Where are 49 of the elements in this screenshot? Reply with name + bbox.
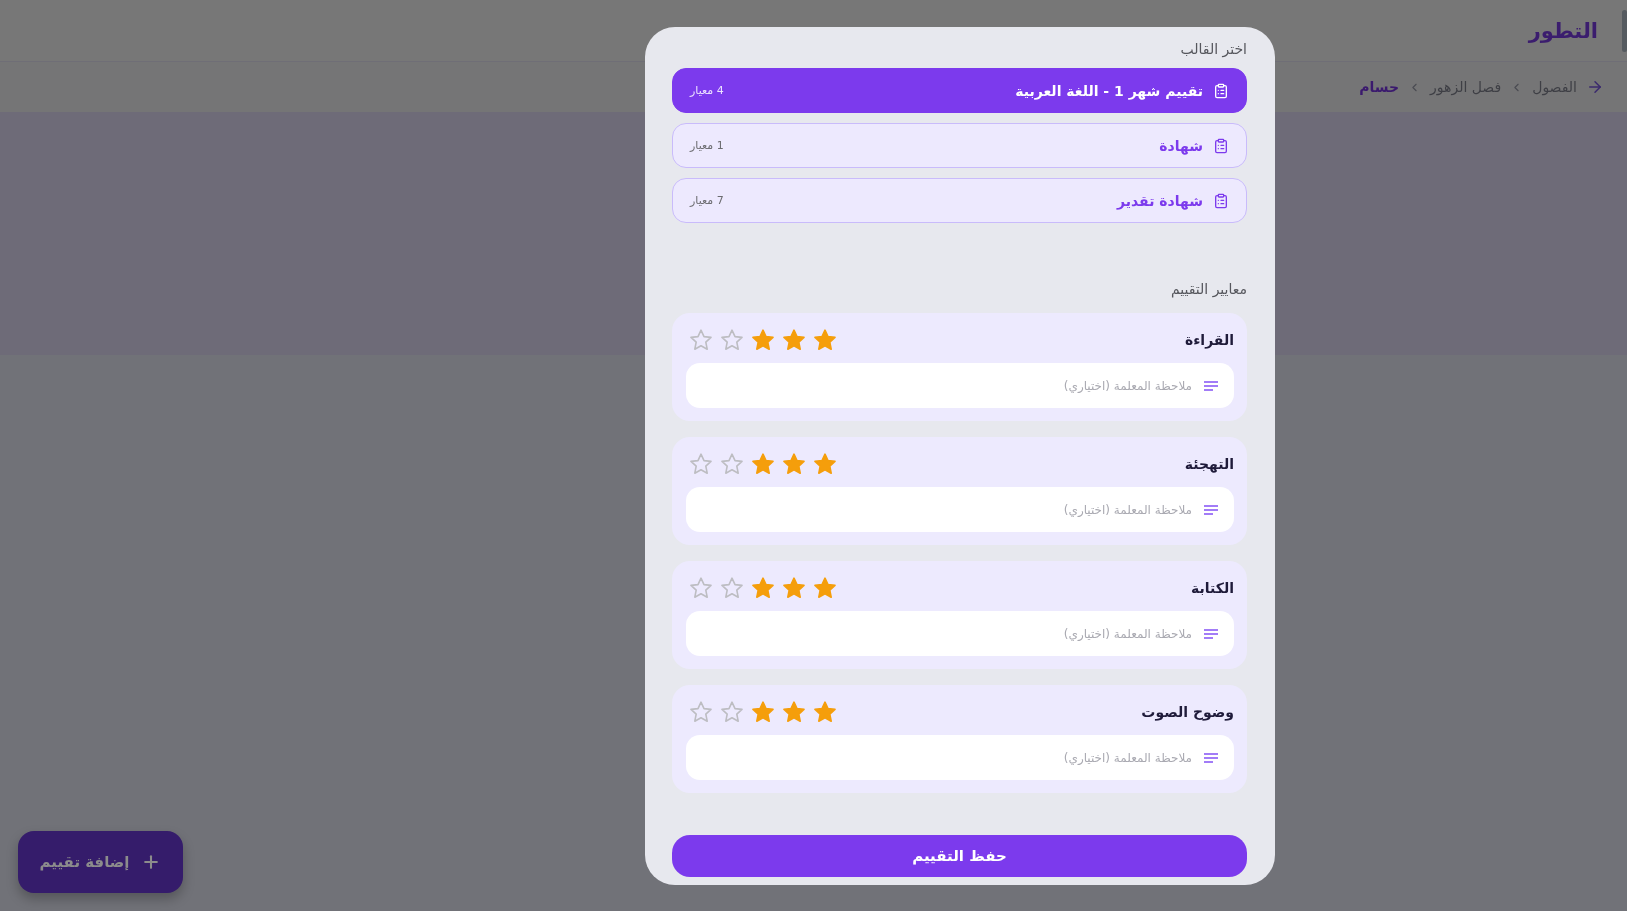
star-icon[interactable]	[752, 329, 774, 351]
star-icon[interactable]	[721, 577, 743, 599]
notes-icon	[1204, 505, 1218, 515]
star-icon[interactable]	[783, 329, 805, 351]
clipboard-icon	[1213, 137, 1229, 154]
criteria-count: 4 معيار	[690, 84, 724, 97]
clipboard-icon	[1213, 192, 1229, 209]
note-field[interactable]: ملاحظة المعلمة (اختياري)	[686, 363, 1234, 408]
star-icon[interactable]	[814, 701, 836, 723]
clipboard-icon	[1213, 82, 1229, 99]
page-title: التطور	[1528, 18, 1598, 43]
star-icon[interactable]	[752, 701, 774, 723]
star-icon[interactable]	[814, 577, 836, 599]
save-button[interactable]: حفظ التقييم	[672, 835, 1247, 877]
template-option[interactable]: شهادة 1 معيار	[672, 123, 1247, 168]
scrollbar-thumb[interactable]	[1622, 10, 1627, 52]
star-icon[interactable]	[783, 577, 805, 599]
star-icon[interactable]	[814, 329, 836, 351]
star-icon[interactable]	[783, 701, 805, 723]
note-field[interactable]: ملاحظة المعلمة (اختياري)	[686, 487, 1234, 532]
star-icon[interactable]	[721, 453, 743, 475]
criterion-title: التهجئة	[1184, 456, 1234, 472]
star-icon[interactable]	[690, 453, 712, 475]
star-icon[interactable]	[752, 453, 774, 475]
star-icon[interactable]	[814, 453, 836, 475]
criterion-title: الكتابة	[1191, 580, 1234, 596]
notes-icon	[1204, 381, 1218, 391]
criterion-title: القراءة	[1184, 332, 1234, 348]
notes-icon	[1204, 629, 1218, 639]
star-icon[interactable]	[690, 701, 712, 723]
note-field[interactable]: ملاحظة المعلمة (اختياري)	[686, 735, 1234, 780]
template-option[interactable]: شهادة تقدير 7 معيار	[672, 178, 1247, 223]
star-icon[interactable]	[721, 701, 743, 723]
star-icon[interactable]	[690, 577, 712, 599]
criteria-count: 7 معيار	[690, 194, 724, 207]
template-option[interactable]: تقييم شهر 1 - اللغة العربية 4 معيار	[672, 68, 1247, 113]
criteria-count: 1 معيار	[690, 139, 724, 152]
star-icon[interactable]	[690, 329, 712, 351]
criterion-title: وضوح الصوت	[1141, 704, 1234, 720]
star-icon[interactable]	[783, 453, 805, 475]
notes-icon	[1204, 753, 1218, 763]
star-icon[interactable]	[752, 577, 774, 599]
breadcrumb-link[interactable]: حسام	[1359, 79, 1400, 95]
section-label: اختر القالب	[1179, 40, 1247, 59]
note-field[interactable]: ملاحظة المعلمة (اختياري)	[686, 611, 1234, 656]
back-arrow-icon[interactable]	[1586, 78, 1604, 96]
star-icon[interactable]	[721, 329, 743, 351]
add-evaluation-button[interactable]: إضافة تقييم	[18, 831, 183, 893]
section-label: معايير التقييم	[1169, 280, 1247, 299]
